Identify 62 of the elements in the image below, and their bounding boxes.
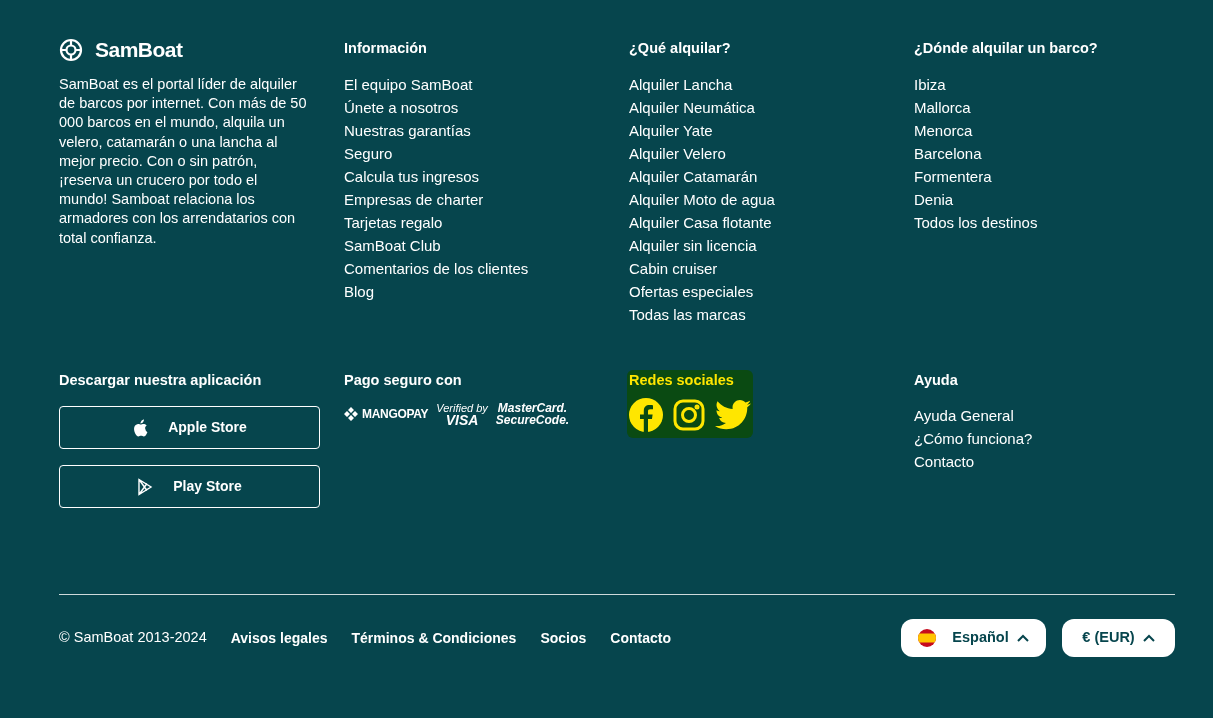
footer-link[interactable]: Términos & Condiciones bbox=[351, 627, 517, 649]
footer-link[interactable]: Blog bbox=[344, 280, 375, 303]
section-title: Información bbox=[344, 39, 428, 58]
mastercard-securecode-logo: MasterCard. SecureCode. bbox=[495, 402, 570, 426]
footer-link[interactable]: Únete a nosotros bbox=[344, 96, 459, 119]
footer-link[interactable]: Barcelona bbox=[914, 142, 982, 165]
footer-link[interactable]: Alquiler Neumática bbox=[629, 96, 755, 119]
footer-link[interactable]: Alquiler Casa flotante bbox=[629, 211, 772, 234]
footer-link[interactable]: Calcula tus ingresos bbox=[344, 165, 480, 188]
footer-link[interactable]: Empresas de charter bbox=[344, 188, 484, 211]
footer-link[interactable]: Alquiler Catamarán bbox=[629, 165, 758, 188]
footer-link[interactable]: Alquiler Velero bbox=[629, 142, 726, 165]
footer-link[interactable]: Tarjetas regalo bbox=[344, 211, 443, 234]
chevron-up-icon bbox=[1142, 634, 1155, 642]
footer-link[interactable]: Contacto bbox=[914, 450, 975, 473]
section-title: ¿Dónde alquilar un barco? bbox=[914, 39, 1099, 58]
footer-link[interactable]: Alquiler sin licencia bbox=[629, 234, 757, 257]
play-store-icon bbox=[137, 477, 154, 496]
footer-link[interactable]: Socios bbox=[540, 627, 587, 649]
footer-link[interactable]: Alquiler Yate bbox=[629, 119, 713, 142]
footer-link[interactable]: SamBoat Club bbox=[344, 234, 441, 257]
language-selector[interactable]: Español bbox=[901, 619, 1046, 657]
footer-link[interactable]: Nuestras garantías bbox=[344, 119, 471, 142]
instagram-icon[interactable] bbox=[673, 399, 705, 431]
footer-link[interactable]: Cabin cruiser bbox=[629, 257, 718, 280]
apple-icon bbox=[132, 418, 149, 437]
currency-selector[interactable]: € (EUR) bbox=[1062, 619, 1175, 657]
twitter-bird-icon[interactable] bbox=[715, 400, 751, 430]
section-title: Pago seguro con bbox=[344, 371, 463, 390]
footer-link[interactable]: Avisos legales bbox=[230, 627, 328, 649]
section-title: ¿Qué alquilar? bbox=[629, 39, 732, 58]
footer-link[interactable]: Todos los destinos bbox=[914, 211, 1038, 234]
brand-description: SamBoat es el portal líder de alquiler de barcos por internet. Con más de 50 000 barcos en el mundo, alquila un velero, catamarán o una lancha al mejor precio. Con o sin patrón, ¡reserva un crucero por todo el mundo! Samboat relaciona los armadores con los arrendatarios con total confianza. bbox=[59, 75, 307, 248]
footer-link[interactable]: Alquiler Moto de agua bbox=[629, 188, 775, 211]
section-title: Redes sociales bbox=[629, 371, 735, 390]
footer-link[interactable]: Ofertas especiales bbox=[629, 280, 754, 303]
logo-icon bbox=[59, 38, 83, 62]
footer-link[interactable]: El equipo SamBoat bbox=[344, 73, 473, 96]
footer-link[interactable]: Seguro bbox=[344, 142, 393, 165]
mangopay-logo: MANGOPAY bbox=[362, 406, 429, 423]
spain-flag-icon bbox=[918, 629, 937, 647]
footer-link[interactable]: Alquiler Lancha bbox=[629, 73, 733, 96]
footer-link[interactable]: Menorca bbox=[914, 119, 973, 142]
footer-link[interactable]: Todas las marcas bbox=[629, 303, 746, 326]
apple-store-button[interactable]: Apple Store bbox=[59, 406, 320, 449]
footer-link[interactable]: ¿Cómo funciona? bbox=[914, 427, 1033, 450]
footer-link[interactable]: Ibiza bbox=[914, 73, 946, 96]
footer-link[interactable]: Formentera bbox=[914, 165, 992, 188]
copyright: © SamBoat 2013-2024 bbox=[59, 628, 207, 648]
brand-name: SamBoat bbox=[95, 37, 183, 64]
section-title: Descargar nuestra aplicación bbox=[59, 371, 263, 390]
footer-link[interactable]: Mallorca bbox=[914, 96, 971, 119]
section-title: Ayuda bbox=[914, 371, 959, 390]
verified-by-visa-logo: Verified by VISA bbox=[436, 402, 488, 426]
footer-link[interactable]: Comentarios de los clientes bbox=[344, 257, 529, 280]
play-store-button[interactable]: Play Store bbox=[59, 465, 320, 508]
facebook-icon[interactable] bbox=[629, 398, 663, 432]
footer-link[interactable]: Contacto bbox=[610, 627, 671, 649]
footer-link[interactable]: Denia bbox=[914, 188, 954, 211]
mangopay-icon bbox=[344, 407, 358, 421]
footer-link[interactable]: Ayuda General bbox=[914, 404, 1014, 427]
chevron-up-icon bbox=[1016, 634, 1029, 642]
